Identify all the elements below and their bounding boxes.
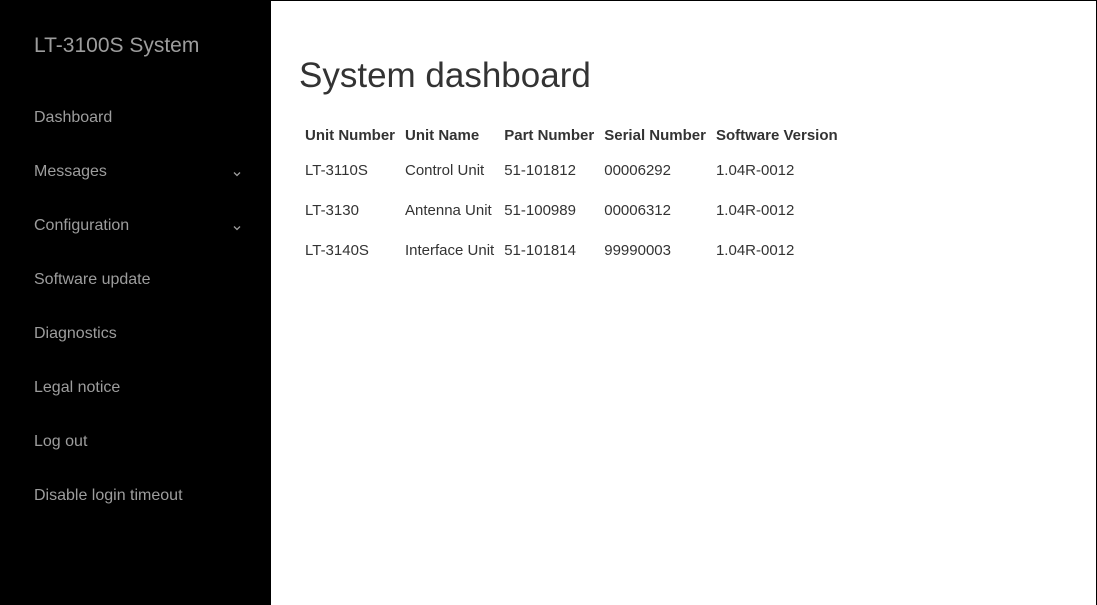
sidebar-nav: Dashboard Messages Configuration Softwar… <box>0 96 271 528</box>
cell-unit-name: Antenna Unit <box>405 201 492 219</box>
sidebar-item-label: Software update <box>34 271 151 288</box>
sidebar-item-log-out[interactable]: Log out <box>0 420 271 474</box>
column-header-software-version: Software Version <box>715 126 838 144</box>
cell-part-number: 51-101812 <box>504 161 576 179</box>
cell-software-version: 1.04R-0012 <box>715 161 795 179</box>
sidebar-item-label: Diagnostics <box>34 325 117 342</box>
cell-software-version: 1.04R-0012 <box>715 201 795 219</box>
chevron-down-icon <box>233 172 241 177</box>
cell-unit-number: LT-3140S <box>305 241 369 259</box>
cell-part-number: 51-101814 <box>504 241 576 259</box>
cell-unit-name: Control Unit <box>405 161 485 179</box>
table-row: LT-3110S Control Unit 51-101812 00006292… <box>302 150 845 190</box>
sidebar: LT-3100S System Dashboard Messages Confi… <box>0 0 271 605</box>
cell-serial-number: 99990003 <box>604 241 671 259</box>
sidebar-item-disable-login-timeout[interactable]: Disable login timeout <box>0 474 271 528</box>
cell-software-version: 1.04R-0012 <box>715 241 795 259</box>
sidebar-item-label: Legal notice <box>34 379 121 396</box>
sidebar-item-software-update[interactable]: Software update <box>0 258 271 312</box>
table-header-row: Unit Number Unit Name Part Number Serial… <box>302 120 845 150</box>
column-header-serial-number: Serial Number <box>604 126 706 144</box>
cell-unit-number: LT-3110S <box>305 161 368 179</box>
table-row: LT-3140S Interface Unit 51-101814 999900… <box>302 230 845 270</box>
sidebar-item-legal-notice[interactable]: Legal notice <box>0 366 271 420</box>
cell-unit-name: Interface Unit <box>405 241 495 259</box>
sidebar-item-configuration[interactable]: Configuration <box>0 204 271 258</box>
column-header-part-number: Part Number <box>504 126 595 144</box>
sidebar-item-diagnostics[interactable]: Diagnostics <box>0 312 271 366</box>
cell-serial-number: 00006292 <box>604 161 671 179</box>
sidebar-item-label: Messages <box>34 163 107 180</box>
units-table: Unit Number Unit Name Part Number Serial… <box>302 120 845 270</box>
cell-part-number: 51-100989 <box>504 201 576 219</box>
sidebar-item-dashboard[interactable]: Dashboard <box>0 96 271 150</box>
column-header-unit-number: Unit Number <box>305 126 395 144</box>
chevron-down-icon <box>233 226 241 231</box>
column-header-unit-name: Unit Name <box>405 126 480 144</box>
main-content: System dashboard Unit Number Unit Name P… <box>271 0 1096 605</box>
brand-title[interactable]: LT-3100S System <box>34 34 199 58</box>
page-title: System dashboard <box>299 56 591 95</box>
table-row: LT-3130 Antenna Unit 51-100989 00006312 … <box>302 190 845 230</box>
sidebar-item-label: Log out <box>34 433 88 450</box>
sidebar-item-label: Configuration <box>34 217 130 234</box>
cell-unit-number: LT-3130 <box>305 201 359 219</box>
sidebar-item-label: Disable login timeout <box>34 487 183 504</box>
cell-serial-number: 00006312 <box>604 201 671 219</box>
sidebar-item-messages[interactable]: Messages <box>0 150 271 204</box>
sidebar-item-label: Dashboard <box>34 109 113 126</box>
